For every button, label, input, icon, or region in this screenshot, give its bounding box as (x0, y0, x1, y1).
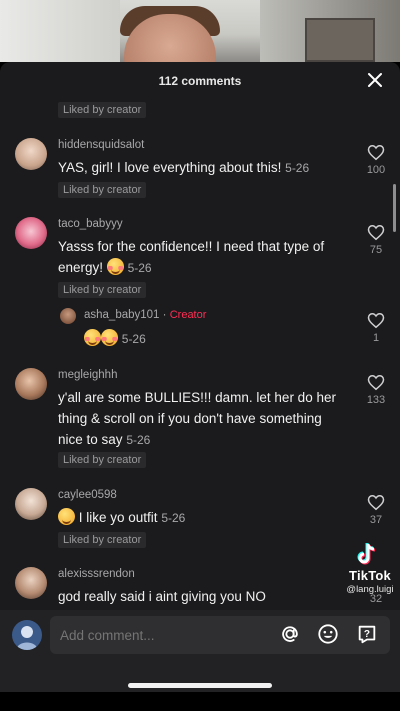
comment-date: 5-26 (126, 433, 151, 447)
comment-text: y'all are some BULLIES!!! damn. let her … (58, 387, 358, 451)
comment-body: I like yo outfit (78, 510, 158, 525)
heart-icon (367, 374, 385, 391)
svg-text:?: ? (364, 629, 370, 640)
liked-by-creator-badge: Liked by creator (58, 282, 147, 298)
blushing-emoji-icon (84, 329, 101, 346)
reply-text: 5-26 (84, 328, 146, 350)
like-button[interactable]: 100 (364, 144, 388, 176)
tiktok-watermark: TikTok @lang.luigi (340, 538, 400, 595)
comment-date: 5-26 (121, 332, 146, 346)
comment-date: 5-26 (127, 261, 152, 275)
avatar[interactable] (15, 368, 47, 400)
close-icon[interactable] (366, 71, 384, 89)
avatar[interactable] (15, 138, 47, 170)
like-button[interactable]: 1 (364, 312, 388, 344)
blushing-emoji-icon (101, 329, 118, 346)
blushing-emoji-icon (106, 258, 124, 275)
comment-body: YAS, girl! I love everything about this! (58, 160, 282, 175)
heart-icon (367, 144, 385, 161)
comment-body: Yasss for the confidence!! I need that t… (58, 239, 325, 254)
comment-body: thing & scroll on if you don't have some… (58, 411, 322, 426)
heart-icon (367, 224, 385, 241)
avatar[interactable] (15, 217, 47, 249)
comment-username[interactable]: taco_babyyy (58, 218, 123, 230)
like-count: 1 (372, 332, 380, 344)
scrollbar[interactable] (393, 184, 396, 232)
smiley-emoji-icon (58, 508, 75, 525)
liked-by-creator-badge: Liked by creator (58, 102, 147, 118)
comments-header: 112 comments (0, 62, 400, 100)
comment-username[interactable]: alexisssrendon (58, 568, 135, 580)
comment-username[interactable]: caylee0598 (58, 489, 117, 501)
heart-icon (367, 494, 385, 511)
comment-body: god really said i aint giving you NO (58, 589, 266, 604)
user-avatar[interactable] (12, 620, 42, 650)
liked-by-creator-badge: Liked by creator (58, 532, 147, 548)
mention-icon[interactable] (279, 623, 301, 645)
comment-body: energy! (58, 260, 104, 275)
tiktok-logo-icon (357, 542, 376, 565)
like-count: 133 (366, 394, 386, 406)
comment-list[interactable]: Liked by creator hiddensquidsalot YAS, g… (0, 100, 400, 610)
comment-input-bar: ? (0, 610, 400, 692)
like-button[interactable]: 133 (364, 374, 388, 406)
liked-by-creator-badge: Liked by creator (58, 182, 147, 198)
comment-text: YAS, girl! I love everything about this!… (58, 157, 309, 179)
comment-text: I like yo outfit 5-26 (58, 507, 185, 529)
comment-text: god really said i aint giving you NO (58, 586, 266, 607)
comment-text: Yasss for the confidence!! I need that t… (58, 236, 358, 279)
like-button[interactable]: 75 (364, 224, 388, 256)
comment-date: 5-26 (285, 161, 310, 175)
creator-badge: Creator (169, 309, 207, 321)
comment-username[interactable]: hiddensquidsalot (58, 139, 144, 151)
comment-date: 5-26 (161, 511, 186, 525)
video-background (0, 0, 400, 62)
comments-sheet: 112 comments Liked by creator hiddensqui… (0, 62, 400, 692)
reply-username: asha_baby101 · Creator (84, 309, 206, 321)
avatar[interactable] (60, 308, 76, 324)
add-comment-input[interactable] (50, 616, 390, 654)
home-indicator[interactable] (128, 683, 272, 688)
avatar[interactable] (15, 567, 47, 599)
comment-count-title: 112 comments (158, 74, 242, 88)
comment-body: nice to say (58, 432, 123, 447)
like-count: 37 (369, 514, 383, 526)
like-count: 75 (369, 244, 383, 256)
heart-icon (367, 312, 385, 329)
separator-dot: · (162, 309, 167, 321)
comment-username[interactable]: asha_baby101 (84, 309, 159, 321)
question-sticker-icon[interactable]: ? (356, 623, 378, 645)
liked-by-creator-badge: Liked by creator (58, 452, 147, 468)
like-button[interactable]: 37 (364, 494, 388, 526)
avatar[interactable] (15, 488, 47, 520)
creator-handle: @lang.luigi (346, 584, 394, 595)
emoji-picker-icon[interactable] (317, 623, 339, 645)
comment-username[interactable]: megleighhh (58, 369, 117, 381)
tiktok-wordmark: TikTok (349, 568, 391, 583)
like-count: 100 (366, 164, 386, 176)
comment-body: y'all are some BULLIES!!! damn. let her … (58, 390, 336, 405)
